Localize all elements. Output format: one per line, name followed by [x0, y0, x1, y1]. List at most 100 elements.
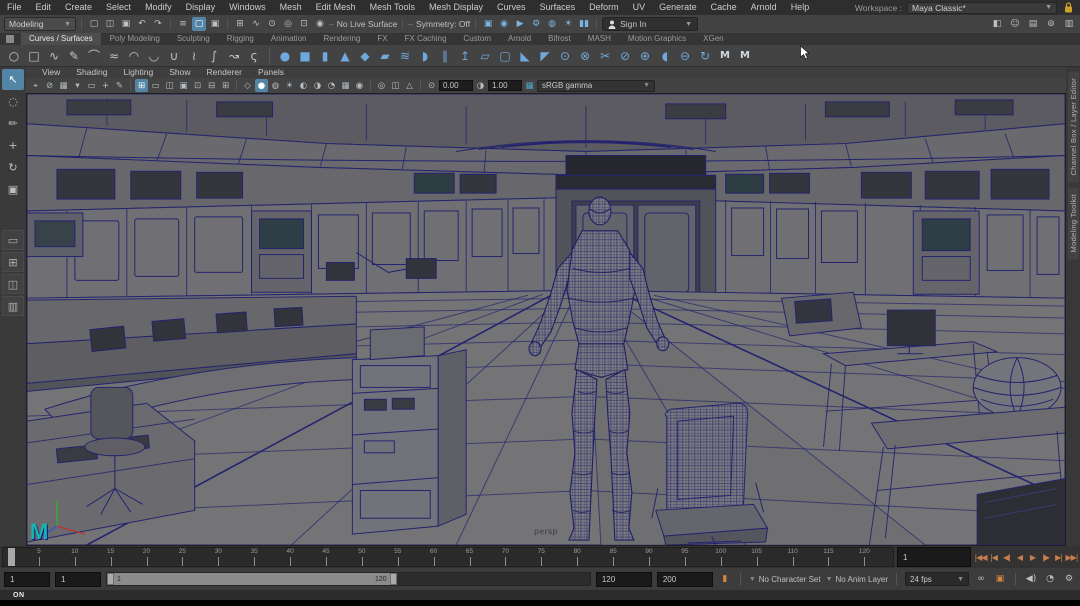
timeline-tick[interactable]: 85: [613, 548, 614, 566]
snap-projected-center-icon[interactable]: ◎: [281, 17, 295, 31]
anim-layer-selector[interactable]: ▼ No Anim Layer: [826, 575, 888, 584]
menu-item[interactable]: Mesh Display: [422, 0, 490, 15]
step-forward-frame-button[interactable]: |▶: [1039, 547, 1052, 567]
timeline-tick[interactable]: 55: [398, 548, 399, 566]
rebuild-surface-icon[interactable]: ↻: [697, 48, 713, 64]
xray-icon[interactable]: ◫: [389, 79, 402, 92]
extend-curve-icon[interactable]: ↝: [226, 48, 242, 64]
playback-loop-icon[interactable]: ∞: [974, 572, 988, 586]
panel-menu-item[interactable]: Panels: [250, 67, 292, 78]
current-frame-field[interactable]: 1: [897, 547, 971, 567]
anim-preferences-icon[interactable]: ⚙: [1062, 572, 1076, 586]
pause-viewport-icon[interactable]: ▮▮: [577, 17, 591, 31]
tab-animation[interactable]: Animation: [263, 33, 315, 45]
birail-icon[interactable]: ∥: [437, 48, 453, 64]
timeline-tick[interactable]: 60: [434, 548, 435, 566]
tab-xgen[interactable]: XGen: [695, 33, 731, 45]
menu-item[interactable]: Mesh: [273, 0, 309, 15]
menu-item[interactable]: Curves: [490, 0, 533, 15]
current-time-indicator[interactable]: [8, 548, 15, 566]
timeline-tick[interactable]: 30: [218, 548, 219, 566]
select-camera-icon[interactable]: ⌖: [29, 79, 42, 92]
pencil-curve-icon[interactable]: ✎: [66, 48, 82, 64]
step-forward-key-button[interactable]: ▶|: [1052, 547, 1065, 567]
panel-menu-item[interactable]: Lighting: [115, 67, 161, 78]
set-key-icon[interactable]: ▮: [718, 572, 732, 586]
menu-item[interactable]: Edit: [29, 0, 59, 15]
open-scene-icon[interactable]: ◫: [103, 17, 117, 31]
timeline-tick[interactable]: 95: [685, 548, 686, 566]
rotate-tool-icon[interactable]: ↻: [2, 157, 24, 178]
depth-of-field-icon[interactable]: ◉: [353, 79, 366, 92]
revolve-icon[interactable]: ◗: [417, 48, 433, 64]
tab-sculpting[interactable]: Sculpting: [169, 33, 218, 45]
isolate-select-icon[interactable]: ◎: [375, 79, 388, 92]
timeline-tick[interactable]: 115: [828, 548, 829, 566]
gate-mask-icon[interactable]: ▣: [177, 79, 190, 92]
outliner-layout-icon[interactable]: ▥: [2, 296, 24, 316]
go-to-start-button[interactable]: |◀◀: [974, 547, 987, 567]
tab-motion-graphics[interactable]: Motion Graphics: [620, 33, 694, 45]
open-close-surface-icon[interactable]: ◖: [657, 48, 673, 64]
time-slider[interactable]: 5101520253035404550556065707580859095100…: [2, 547, 894, 567]
mash-editor-icon[interactable]: M: [737, 48, 753, 64]
panel-menu-item[interactable]: Shading: [68, 67, 115, 78]
nurbs-square-icon[interactable]: □: [26, 48, 42, 64]
range-slider[interactable]: 1 120: [106, 572, 591, 586]
untrim-icon[interactable]: ⊘: [617, 48, 633, 64]
save-scene-icon[interactable]: ▣: [119, 17, 133, 31]
view-transform-selector[interactable]: sRGB gamma ▼: [537, 80, 655, 92]
tab-rendering[interactable]: Rendering: [315, 33, 368, 45]
tab-mash[interactable]: MASH: [580, 33, 619, 45]
intersect-surfaces-icon[interactable]: ⊗: [577, 48, 593, 64]
tab-channel-box-layer-editor[interactable]: Channel Box / Layer Editor: [1068, 71, 1079, 182]
make-live-icon[interactable]: ◉: [313, 17, 327, 31]
play-backwards-button[interactable]: ◀: [1013, 547, 1026, 567]
attach-surfaces-icon[interactable]: ⊕: [637, 48, 653, 64]
panel-menu-item[interactable]: Show: [161, 67, 198, 78]
bevel-icon[interactable]: ◣: [517, 48, 533, 64]
move-tool-icon[interactable]: +: [2, 135, 24, 156]
shaded-icon[interactable]: ●: [255, 79, 268, 92]
timeline-tick[interactable]: 5: [39, 548, 40, 566]
exposure-field[interactable]: 0.00: [439, 80, 473, 91]
gamma-field[interactable]: 1.00: [488, 80, 522, 91]
xray-joints-icon[interactable]: △: [403, 79, 416, 92]
grease-pencil-icon[interactable]: ✎: [113, 79, 126, 92]
nurbs-circle-icon[interactable]: ○: [6, 48, 22, 64]
menu-item[interactable]: UV: [626, 0, 653, 15]
tab-modeling-toolkit[interactable]: Modeling Toolkit: [1068, 187, 1079, 259]
workspace-lock-icon[interactable]: [1062, 2, 1074, 13]
select-component-icon[interactable]: ▣: [208, 17, 222, 31]
timeline-tick[interactable]: 65: [470, 548, 471, 566]
nurbs-cylinder-icon[interactable]: ▮: [317, 48, 333, 64]
paint-select-tool-icon[interactable]: ✏: [2, 113, 24, 134]
grid-icon[interactable]: ⊞: [135, 79, 148, 92]
menu-item[interactable]: Mesh Tools: [363, 0, 422, 15]
select-hierarchy-icon[interactable]: ≡: [176, 17, 190, 31]
hypershade-icon[interactable]: ◍: [545, 17, 559, 31]
timeline-tick[interactable]: 120: [864, 548, 865, 566]
sign-in-button[interactable]: Sign In ▼: [602, 17, 698, 31]
new-scene-icon[interactable]: ▢: [87, 17, 101, 31]
viewport-canvas[interactable]: persp M: [26, 93, 1066, 546]
two-pane-layout-icon[interactable]: ◫: [2, 274, 24, 294]
insert-knot-icon[interactable]: ∫: [206, 48, 222, 64]
bezier-curve-icon[interactable]: ≈: [106, 48, 122, 64]
menu-item[interactable]: Select: [99, 0, 138, 15]
playback-end-field[interactable]: 120: [596, 572, 652, 587]
attribute-editor-icon[interactable]: ▤: [1026, 17, 1040, 31]
menu-item[interactable]: Arnold: [744, 0, 784, 15]
three-point-arc-icon[interactable]: ◠: [126, 48, 142, 64]
camera-attributes-icon[interactable]: ▦: [57, 79, 70, 92]
auto-key-icon[interactable]: ▣: [993, 572, 1007, 586]
ep-curve-icon[interactable]: ⌒: [86, 48, 102, 64]
light-editor-icon[interactable]: ☀: [561, 17, 575, 31]
timeline-tick[interactable]: 80: [577, 548, 578, 566]
go-to-end-button[interactable]: ▶▶|: [1065, 547, 1078, 567]
live-surface-selector[interactable]: –No Live Surface: [329, 19, 397, 29]
select-object-icon[interactable]: ▢: [192, 17, 206, 31]
nurbs-sphere-icon[interactable]: ●: [277, 48, 293, 64]
channel-box-icon[interactable]: ▥: [1062, 17, 1076, 31]
nurbs-cube-icon[interactable]: ■: [297, 48, 313, 64]
